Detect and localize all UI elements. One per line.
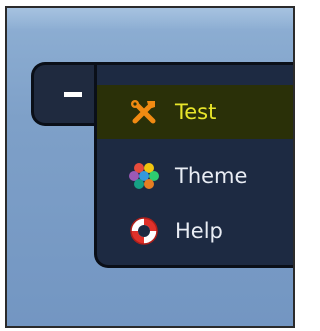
menu-item-label: Help (175, 219, 223, 243)
minus-icon (64, 92, 82, 97)
menu-item-label: Theme (175, 164, 248, 188)
tools-icon (127, 95, 161, 129)
menu-item-theme[interactable]: Theme (97, 149, 293, 203)
app-viewport: Test Theme Help (5, 6, 295, 328)
palette-icon (127, 159, 161, 193)
menu-item-label: Test (175, 100, 217, 124)
lifebuoy-icon (127, 214, 161, 248)
menu-item-test[interactable]: Test (97, 85, 293, 139)
menu-panel: Test Theme Help (94, 62, 293, 268)
menu-item-help[interactable]: Help (97, 204, 293, 258)
